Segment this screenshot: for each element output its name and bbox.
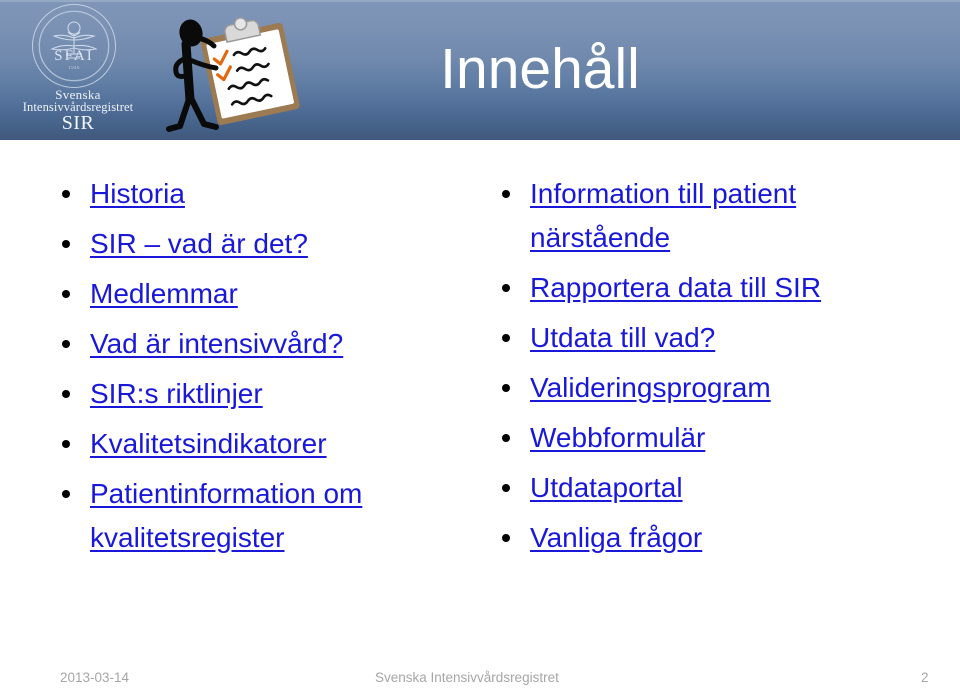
list-item[interactable]: Kvalitetsindikatorer bbox=[56, 422, 476, 466]
list-item[interactable]: Utdataportal bbox=[496, 466, 926, 510]
left-bullet-list: Historia SIR – vad är det? Medlemmar Vad… bbox=[56, 172, 476, 560]
list-item[interactable]: Webbformulär bbox=[496, 416, 926, 460]
right-bullet-list: Information till patient närstående Rapp… bbox=[496, 172, 926, 560]
list-item[interactable]: Patientinformation om kvalitetsregister bbox=[56, 472, 476, 560]
list-item[interactable]: Historia bbox=[56, 172, 476, 216]
slide-footer: 2013-03-14 Svenska Intensivvårdsregistre… bbox=[0, 664, 960, 696]
clipboard-person-icon bbox=[166, 17, 300, 132]
link-kvalitetsindikatorer[interactable]: Kvalitetsindikatorer bbox=[90, 428, 327, 459]
footer-date: 2013-03-14 bbox=[60, 670, 130, 685]
list-item[interactable]: Rapportera data till SIR bbox=[496, 266, 926, 310]
list-item[interactable]: Information till patient närstående bbox=[496, 172, 926, 260]
list-item[interactable]: SIR – vad är det? bbox=[56, 222, 476, 266]
link-vad-ar-intensivvard[interactable]: Vad är intensivvård? bbox=[90, 328, 343, 359]
link-valideringsprogram[interactable]: Valideringsprogram bbox=[530, 372, 771, 403]
link-medlemmar[interactable]: Medlemmar bbox=[90, 278, 238, 309]
link-information-till-patient-narstaende[interactable]: Information till patient närstående bbox=[530, 178, 796, 253]
slide: SFAI 1946 Svenska Intensivvårdsregistret… bbox=[0, 0, 960, 696]
list-item[interactable]: SIR:s riktlinjer bbox=[56, 372, 476, 416]
checklist-clipboard-illustration bbox=[160, 8, 310, 138]
link-utdata-till-vad[interactable]: Utdata till vad? bbox=[530, 322, 715, 353]
logo-abbrev-sir: SIR bbox=[61, 112, 95, 134]
link-patientinformation-om-kvalitetsregister[interactable]: Patientinformation om kvalitetsregister bbox=[90, 478, 362, 553]
link-sirs-riktlinjer[interactable]: SIR:s riktlinjer bbox=[90, 378, 263, 409]
link-webbformular[interactable]: Webbformulär bbox=[530, 422, 705, 453]
seal-center-text: SFAI bbox=[54, 48, 94, 64]
seal-emblem-icon bbox=[38, 10, 110, 82]
seal-year-text: 1946 bbox=[68, 66, 80, 71]
list-item[interactable]: Vanliga frågor bbox=[496, 516, 926, 560]
sir-logo: SFAI 1946 Svenska Intensivvårdsregistret… bbox=[8, 2, 148, 136]
link-sir-vad-ar-det[interactable]: SIR – vad är det? bbox=[90, 228, 308, 259]
link-utdataportal[interactable]: Utdataportal bbox=[530, 472, 683, 503]
link-rapportera-data-till-sir[interactable]: Rapportera data till SIR bbox=[530, 272, 821, 303]
page-title: Innehåll bbox=[440, 37, 640, 101]
link-historia[interactable]: Historia bbox=[90, 178, 185, 209]
sfai-seal-icon: SFAI 1946 bbox=[32, 4, 118, 90]
list-item[interactable]: Vad är intensivvård? bbox=[56, 322, 476, 366]
footer-organization: Svenska Intensivvårdsregistret bbox=[375, 670, 559, 685]
link-vanliga-fragor[interactable]: Vanliga frågor bbox=[530, 522, 702, 553]
list-item[interactable]: Medlemmar bbox=[56, 272, 476, 316]
footer-page-number: 2 bbox=[921, 670, 929, 685]
slide-header-band: SFAI 1946 Svenska Intensivvårdsregistret… bbox=[0, 0, 960, 140]
content-left-column: Historia SIR – vad är det? Medlemmar Vad… bbox=[56, 172, 476, 566]
list-item[interactable]: Valideringsprogram bbox=[496, 366, 926, 410]
content-right-column: Information till patient närstående Rapp… bbox=[496, 172, 926, 566]
list-item[interactable]: Utdata till vad? bbox=[496, 316, 926, 360]
